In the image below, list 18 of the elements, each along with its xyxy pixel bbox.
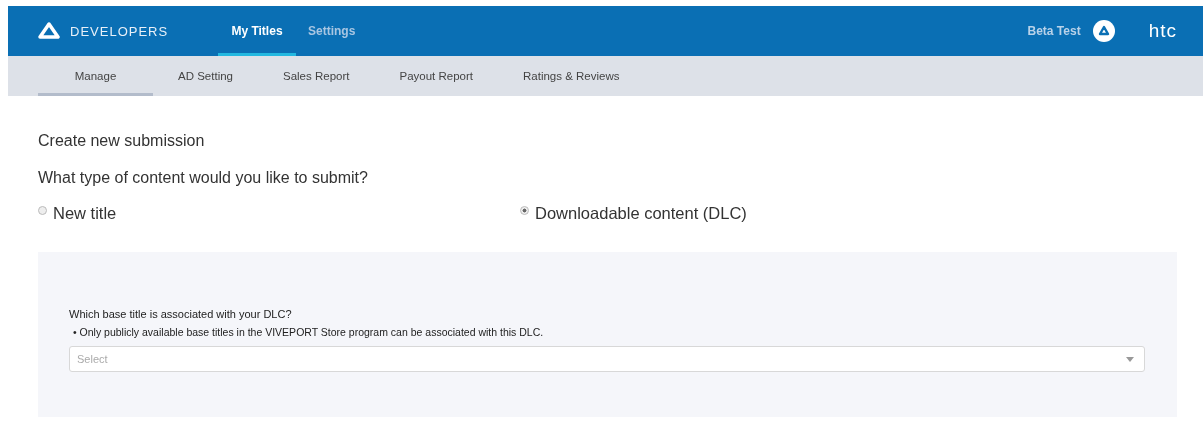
hint-text: • Only publicly available base titles in the VIVEPORT Store program can be associated with this DLC. — [72, 326, 545, 338]
brand-name: DEVELOPERS — [70, 23, 169, 39]
avatar-icon[interactable] — [1092, 20, 1115, 42]
sub-tab[interactable]: Ratings & Reviews — [498, 56, 645, 96]
radio-button[interactable] — [520, 206, 529, 215]
question-text: What type of content would you like to submit? — [38, 169, 369, 187]
sub-tab[interactable]: AD Setting — [153, 56, 258, 96]
sub-tab[interactable]: Manage — [38, 56, 153, 96]
triangle-logo-icon — [38, 22, 60, 40]
radio-button[interactable] — [38, 206, 47, 215]
caret-icon — [1126, 356, 1134, 362]
option-label[interactable]: New title — [53, 204, 117, 223]
sub-tab[interactable]: Payout Report — [374, 56, 498, 96]
sub-tab[interactable]: Sales Report — [258, 56, 375, 96]
company-logo: htc — [1148, 20, 1177, 42]
section-heading: Create new submission — [38, 132, 206, 150]
field-label: Which base title is associated with your DLC? — [69, 308, 293, 320]
option-label[interactable]: Downloadable content (DLC) — [535, 204, 747, 223]
